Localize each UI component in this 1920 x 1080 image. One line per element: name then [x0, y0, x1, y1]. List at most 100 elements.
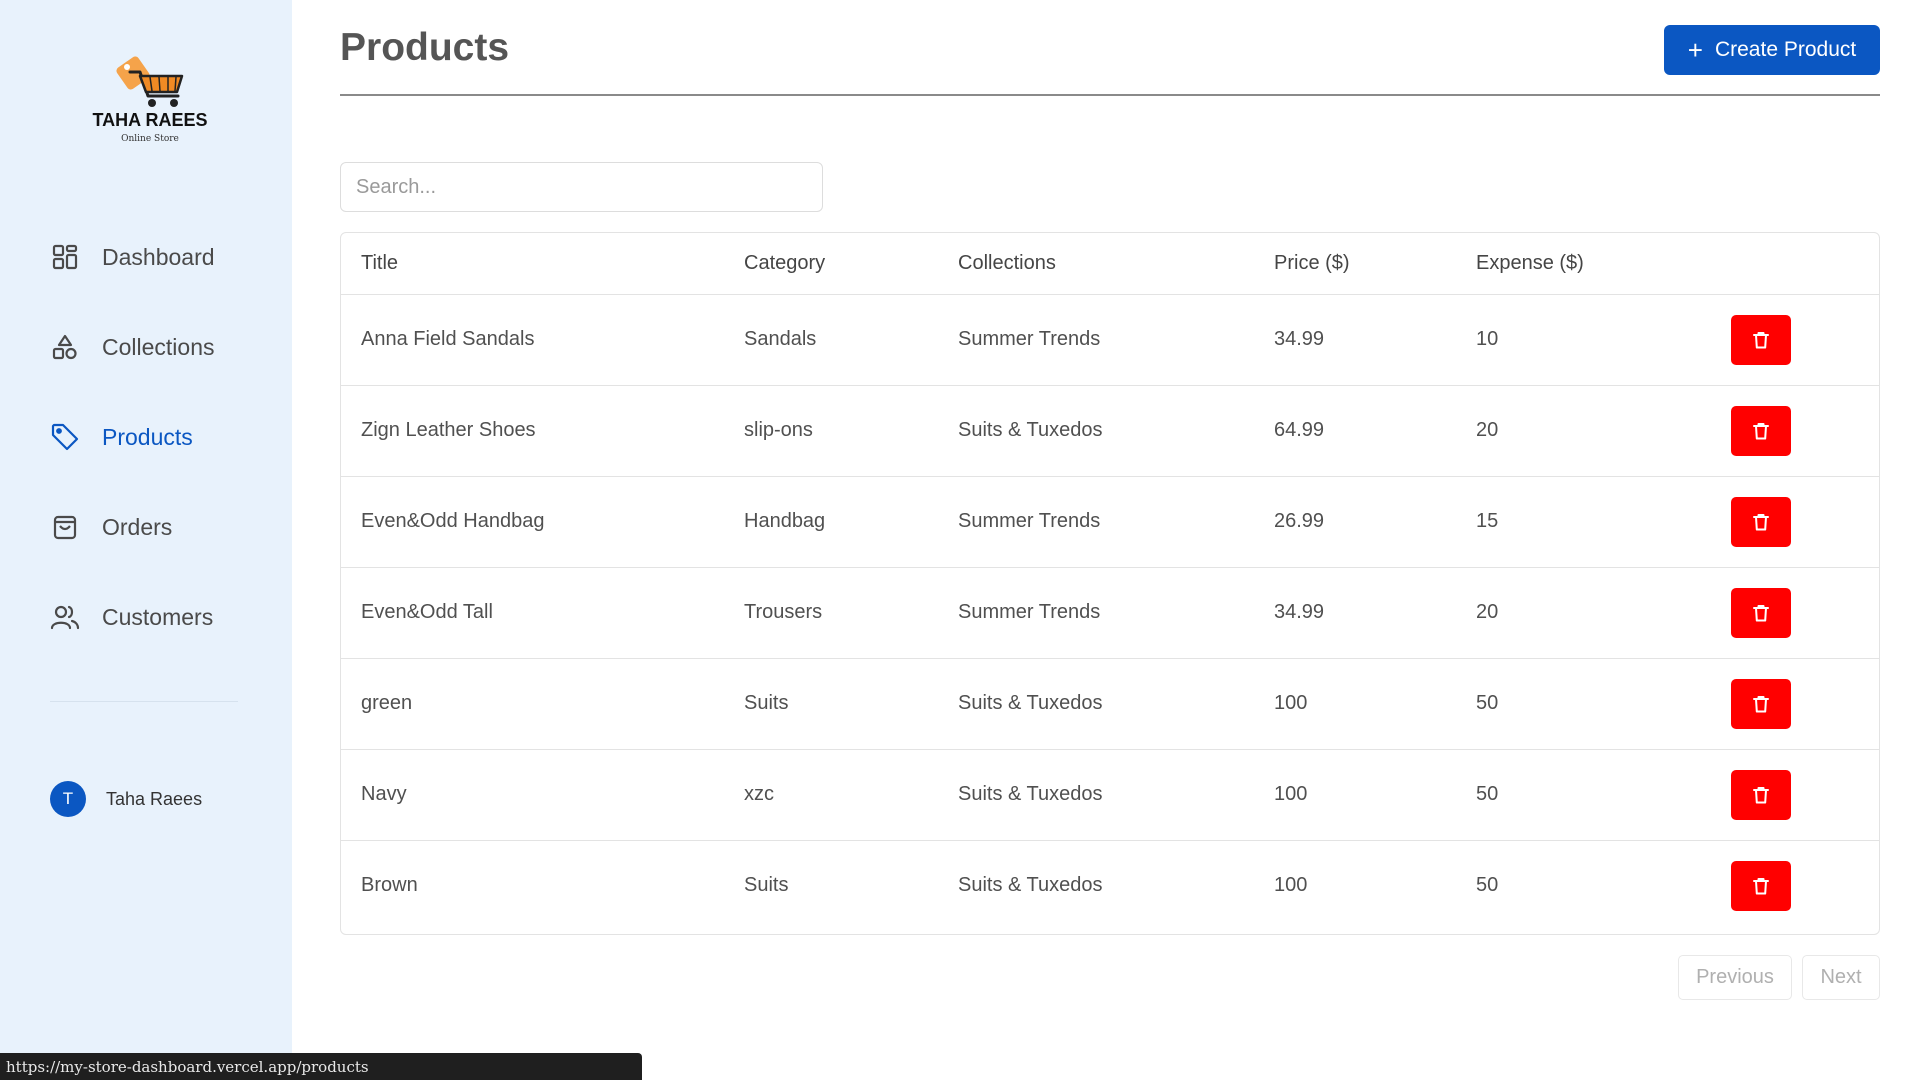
cell-title[interactable]: Anna Field Sandals — [341, 294, 724, 386]
sidebar-item-collections[interactable]: Collections — [50, 302, 270, 392]
sidebar-item-label: Products — [102, 423, 193, 450]
sidebar-item-customers[interactable]: Customers — [50, 572, 270, 662]
cell-expense: 50 — [1456, 658, 1711, 750]
table-row[interactable]: Navy xzc Suits & Tuxedos 100 50 — [341, 749, 1879, 841]
cell-category: xzc — [724, 749, 938, 841]
table-row[interactable]: green Suits Suits & Tuxedos 100 50 — [341, 658, 1879, 750]
sidebar-item-dashboard[interactable]: Dashboard — [50, 212, 270, 302]
trash-icon — [1753, 695, 1769, 713]
pagination: Previous Next — [1668, 955, 1880, 1000]
cell-title[interactable]: Navy — [341, 749, 724, 841]
delete-product-button[interactable] — [1731, 496, 1791, 547]
sidebar: TAHA RAEES Online Store Dashboard Collec… — [0, 0, 292, 1080]
dashboard-icon — [50, 242, 80, 272]
column-header-actions — [1711, 233, 1879, 295]
brand-title: TAHA RAEES — [92, 110, 208, 130]
cell-collections: Suits & Tuxedos — [938, 749, 1254, 841]
cell-actions — [1711, 385, 1879, 477]
cell-collections: Suits & Tuxedos — [938, 385, 1254, 477]
sidebar-item-label: Dashboard — [102, 243, 215, 270]
cell-actions — [1711, 476, 1879, 568]
cell-price: 34.99 — [1254, 567, 1456, 659]
cell-category: Sandals — [724, 294, 938, 386]
cell-category: Suits — [724, 658, 938, 750]
cell-price: 26.99 — [1254, 476, 1456, 568]
delete-product-button[interactable] — [1731, 405, 1791, 456]
cell-category: Suits — [744, 874, 789, 897]
cell-collections: Summer Trends — [938, 567, 1254, 659]
cell-collections: Summer Trends — [938, 476, 1254, 568]
sidebar-item-label: Customers — [102, 603, 214, 630]
status-bar-url: https://my-store-dashboard.vercel.app/pr… — [0, 1053, 642, 1080]
cell-category: Trousers — [724, 567, 938, 659]
trash-icon — [1753, 513, 1769, 531]
cell-price: 64.99 — [1254, 385, 1456, 477]
delete-product-button[interactable] — [1731, 678, 1791, 729]
delete-product-button[interactable] — [1731, 860, 1791, 911]
sidebar-item-products[interactable]: Products — [50, 392, 270, 482]
sidebar-nav: Dashboard Collections Products Orders Cu… — [50, 212, 270, 662]
delete-product-button[interactable] — [1731, 587, 1791, 638]
cell-category: slip-ons — [724, 385, 938, 477]
table-row[interactable]: Anna Field Sandals Sandals Summer Trends 34… — [341, 294, 1879, 386]
trash-icon — [1753, 877, 1769, 895]
trash-icon — [1753, 604, 1769, 622]
users-icon — [50, 602, 80, 632]
column-header-price[interactable]: Price ($) — [1254, 233, 1456, 295]
cell-title[interactable]: green — [341, 658, 724, 750]
cell-title[interactable]: Brown — [341, 840, 724, 931]
cell-expense: 50 — [1456, 749, 1711, 841]
previous-page-button[interactable]: Previous — [1678, 955, 1792, 1000]
cell-category: Handbag — [724, 476, 938, 568]
cell-actions — [1711, 840, 1879, 931]
brand-subtitle: Online Store — [121, 134, 179, 144]
shopping-bag-icon — [50, 512, 80, 542]
delete-product-button[interactable] — [1731, 769, 1791, 820]
table-row[interactable]: Even&Odd Handbag Handbag Summer Trends 26.9… — [341, 476, 1879, 568]
column-header-expense[interactable]: Expense ($) — [1456, 233, 1711, 295]
cell-actions — [1711, 658, 1879, 750]
page-title: Products — [340, 26, 510, 69]
next-page-button[interactable]: Next — [1802, 955, 1880, 1000]
cell-title[interactable]: Zign Leather Shoes — [341, 385, 724, 477]
delete-product-button[interactable] — [1731, 314, 1791, 365]
table-row[interactable]: Brown Suits Suits & Tuxedos 100 50 — [341, 840, 1879, 931]
table-row[interactable]: Even&Odd Tall Trousers Summer Trends 34.99 2… — [341, 567, 1879, 659]
user-profile[interactable]: T Taha Raees — [50, 781, 202, 817]
cell-collections: Suits & Tuxedos — [958, 874, 1103, 897]
trash-icon — [1753, 422, 1769, 440]
cell-price: 34.99 — [1254, 294, 1456, 386]
brand-logo[interactable]: TAHA RAEES Online Store — [90, 50, 210, 150]
user-name: Taha Raees — [106, 788, 203, 809]
cell-title[interactable]: Even&Odd Tall — [341, 567, 724, 659]
main-content: Products + Create Product Title Category… — [340, 0, 1880, 1080]
cell-collections: Suits & Tuxedos — [938, 658, 1254, 750]
search-input[interactable] — [340, 162, 823, 212]
sidebar-item-label: Collections — [102, 333, 215, 360]
cell-expense: 20 — [1456, 385, 1711, 477]
tag-icon — [50, 422, 80, 452]
trash-icon — [1753, 331, 1769, 349]
cell-price: 100 — [1254, 749, 1456, 841]
cell-expense: 15 — [1456, 476, 1711, 568]
cell-actions — [1711, 567, 1879, 659]
create-product-button[interactable]: + Create Product — [1664, 25, 1880, 75]
plus-icon: + — [1687, 35, 1703, 65]
sidebar-item-orders[interactable]: Orders — [50, 482, 270, 572]
table-row[interactable]: Zign Leather Shoes slip-ons Suits & Tuxedo… — [341, 385, 1879, 477]
avatar[interactable]: T — [50, 781, 86, 817]
cell-expense: 50 — [1476, 874, 1499, 897]
header-divider — [340, 94, 1880, 96]
trash-icon — [1753, 786, 1769, 804]
sidebar-item-label: Orders — [102, 513, 173, 540]
column-header-title[interactable]: Title — [341, 233, 724, 295]
products-table: Title Category Collections Price ($) Exp… — [340, 232, 1880, 935]
cell-expense: 20 — [1456, 567, 1711, 659]
cell-expense: 10 — [1456, 294, 1711, 386]
cell-title[interactable]: Even&Odd Handbag — [341, 476, 724, 568]
column-header-category[interactable]: Category — [724, 233, 938, 295]
cell-actions — [1711, 749, 1879, 841]
shopping-cart-tag-icon — [116, 56, 184, 107]
create-product-label: Create Product — [1714, 38, 1857, 61]
column-header-collections[interactable]: Collections — [938, 233, 1254, 295]
